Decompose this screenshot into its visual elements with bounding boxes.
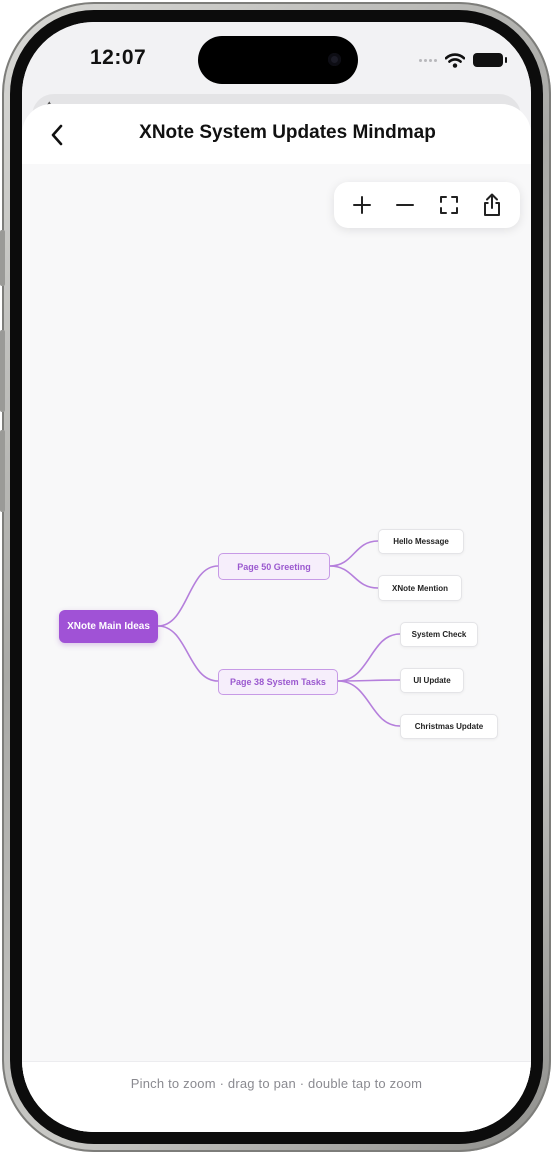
- connector-branch-2-leaf-3: [337, 680, 401, 727]
- mindmap-canvas[interactable]: XNote Main Ideas Page 50 Greeting Page 3…: [22, 164, 531, 1061]
- page-title: XNote System Updates Mindmap: [139, 122, 436, 143]
- zoom-toolbar: [334, 182, 520, 228]
- connector-branch-1-leaf-1: [329, 540, 379, 567]
- cellular-signal-icon: [419, 58, 437, 62]
- mindmap-branch-node[interactable]: Page 50 Greeting: [218, 553, 330, 580]
- mindmap-branch-node[interactable]: Page 38 System Tasks: [218, 669, 338, 695]
- connector-branch-1-leaf-2: [329, 565, 379, 589]
- battery-icon: [473, 53, 507, 67]
- gesture-hint-text: Pinch to zoom · drag to pan · double tap…: [130, 1076, 423, 1091]
- camera-lens-icon: [328, 53, 341, 66]
- fullscreen-icon: [439, 196, 458, 214]
- screen: 12:07 ▾ XNote System Updates Mindm: [22, 22, 531, 1132]
- fit-screen-button[interactable]: [431, 187, 467, 223]
- connector-branch-2-leaf-1: [337, 633, 401, 682]
- minus-icon: [396, 204, 415, 206]
- connector-root-branch-2: [157, 625, 219, 682]
- mindmap-leaf-node[interactable]: System Check: [400, 622, 478, 647]
- mindmap-root-node[interactable]: XNote Main Ideas: [59, 610, 158, 643]
- zoom-in-button[interactable]: [344, 187, 380, 223]
- mindmap-leaf-node[interactable]: UI Update: [400, 668, 464, 693]
- mindmap-screen: XNote System Updates Mindmap XNote Main …: [22, 104, 531, 1132]
- wifi-icon: [445, 52, 465, 68]
- gesture-hint-bar: Pinch to zoom · drag to pan · double tap…: [22, 1061, 531, 1132]
- share-icon: [484, 193, 501, 216]
- status-indicators: [419, 52, 507, 68]
- navigation-bar: XNote System Updates Mindmap: [22, 104, 531, 164]
- mindmap-leaf-node[interactable]: Hello Message: [378, 529, 464, 554]
- zoom-out-button[interactable]: [387, 187, 423, 223]
- plus-icon: [352, 196, 371, 214]
- volume-up-button: [0, 330, 5, 412]
- mindmap-leaf-node[interactable]: XNote Mention: [378, 575, 462, 601]
- status-time: 12:07: [90, 46, 147, 69]
- action-button: [0, 230, 5, 286]
- share-button[interactable]: [474, 187, 510, 223]
- dynamic-island: [198, 36, 358, 84]
- chevron-left-icon: [51, 124, 63, 146]
- mindmap-leaf-node[interactable]: Christmas Update: [400, 714, 498, 739]
- status-bar: 12:07: [22, 22, 531, 98]
- connector-root-branch-1: [157, 565, 219, 627]
- volume-down-button: [0, 430, 5, 512]
